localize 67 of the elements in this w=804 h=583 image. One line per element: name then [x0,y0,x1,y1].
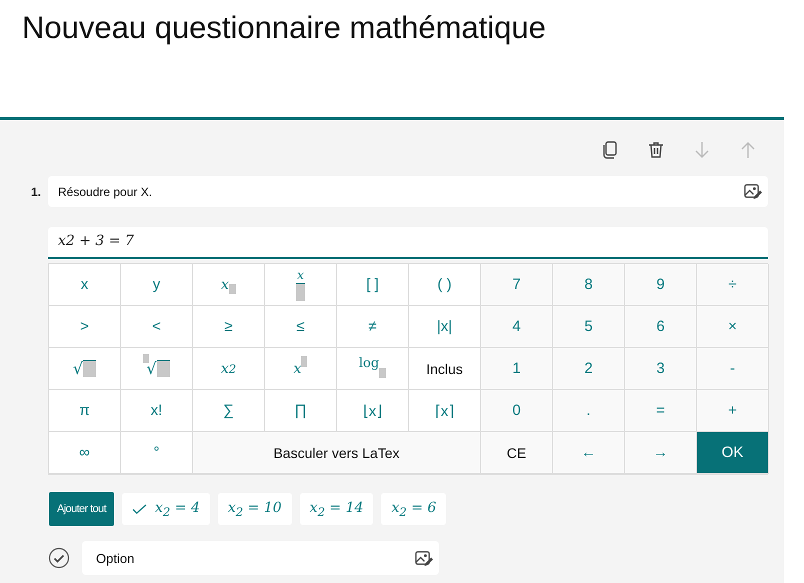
keypad-key[interactable]: x [49,264,121,306]
insert-image-icon[interactable] [414,548,433,568]
keypad-key[interactable]: ⌈x⌉ [409,390,481,432]
keypad-key[interactable]: √ [121,348,193,390]
keypad-key[interactable]: ° [121,432,193,474]
keypad-key[interactable]: ∞ [49,432,121,474]
answer-chip[interactable]: x$_{2}$ = 10 [218,493,292,525]
keypad-key[interactable]: 3 [625,348,697,390]
keypad-key[interactable]: 5 [553,306,625,348]
keypad-key[interactable]: Inclus [409,348,481,390]
latex-toggle-button[interactable]: Basculer vers LaTex [193,432,481,474]
keypad-key[interactable]: ( ) [409,264,481,306]
answer-chip[interactable]: x$_{2}$ = 6 [381,493,446,525]
keypad-key[interactable]: ← [553,432,625,474]
question-field[interactable]: Résoudre pour X. [48,176,768,207]
keypad-key[interactable]: ≤ [265,306,337,348]
keypad-key[interactable]: < [121,306,193,348]
placeholder-slot-icon [83,360,96,377]
keypad-key[interactable]: ∑ [193,390,265,432]
placeholder-slot-icon [301,356,308,367]
placeholder-slot-icon [296,283,305,301]
keypad-key[interactable]: ÷ [697,264,769,306]
keypad-key[interactable]: ≥ [193,306,265,348]
answer-chip[interactable]: x$_{2}$ = 14 [300,493,374,525]
keypad-key[interactable]: 9 [625,264,697,306]
keypad-key[interactable]: 2 [553,348,625,390]
keypad-key[interactable]: |x| [409,306,481,348]
keypad-key[interactable]: ⌊x⌋ [337,390,409,432]
ok-button[interactable]: OK [697,432,769,474]
add-all-button[interactable]: Ajouter tout [49,492,114,526]
check-circle-icon[interactable] [48,547,70,569]
keypad-key[interactable]: π [49,390,121,432]
keypad-key[interactable]: 8 [553,264,625,306]
equation-field[interactable]: x2 + 3 = 7 [48,227,768,259]
keypad-key[interactable]: . [553,390,625,432]
keypad-key[interactable]: ∏ [265,390,337,432]
keypad-key[interactable]: + [697,390,769,432]
keypad-key[interactable]: x [265,264,337,306]
option-field[interactable]: Option [82,541,439,575]
trash-icon[interactable] [646,140,666,160]
keypad-key[interactable]: CE [481,432,553,474]
keypad-key[interactable]: = [625,390,697,432]
page-title: Nouveau questionnaire mathématique [21,9,547,47]
keypad-key[interactable]: x [193,264,265,306]
keypad-key[interactable]: x [265,348,337,390]
keypad-key[interactable]: 4 [481,306,553,348]
keypad-key[interactable]: > [49,306,121,348]
question-number: 1. [31,184,42,198]
keypad-key[interactable]: [ ] [337,264,409,306]
placeholder-slot-icon [156,360,170,377]
insert-image-icon[interactable] [743,182,762,201]
placeholder-slot-icon [379,368,386,378]
keypad-key[interactable]: y [121,264,193,306]
keypad-key[interactable]: 6 [625,306,697,348]
keypad-key[interactable]: √ [49,348,121,390]
keypad-key[interactable]: 1 [481,348,553,390]
keypad-key[interactable]: × [697,306,769,348]
keypad-key[interactable]: log [337,348,409,390]
keypad-key[interactable]: ≠ [337,306,409,348]
placeholder-slot-icon [143,354,150,363]
keypad-key[interactable]: x! [121,390,193,432]
placeholder-slot-icon [228,284,236,294]
keypad-key[interactable]: 7 [481,264,553,306]
keypad-key[interactable]: → [625,432,697,474]
answer-chip[interactable]: x$_{2}$ = 4 [122,493,210,525]
keypad-key[interactable]: - [697,348,769,390]
keypad-key[interactable]: 0 [481,390,553,432]
